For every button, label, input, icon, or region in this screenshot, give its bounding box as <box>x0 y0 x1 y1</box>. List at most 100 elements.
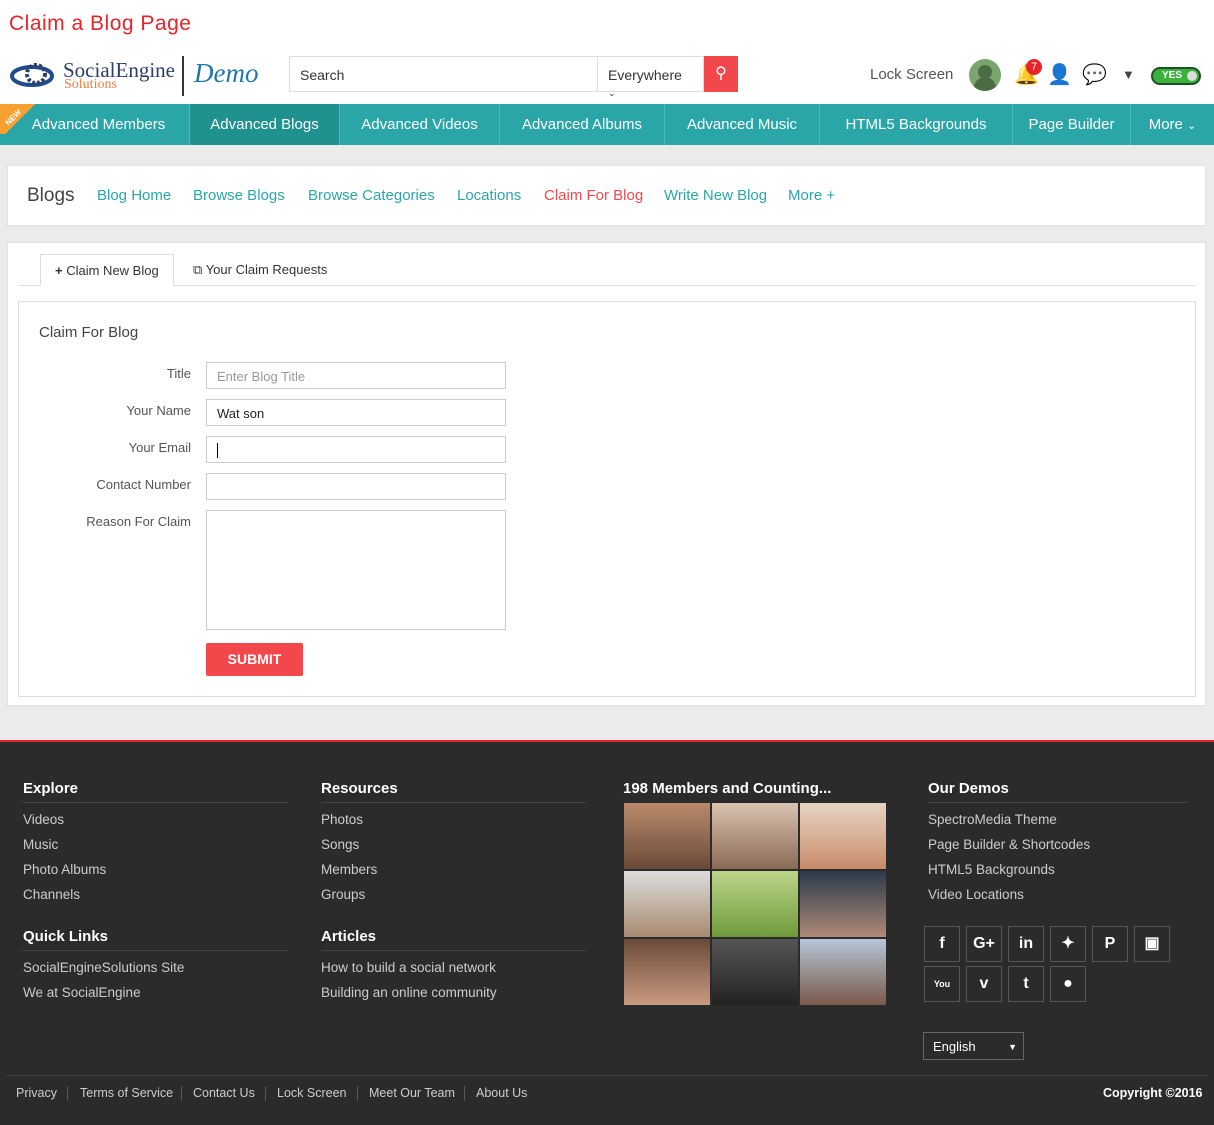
member-photo[interactable] <box>712 803 798 869</box>
chevron-down-icon: ⌄ <box>608 88 616 98</box>
add-friend-icon[interactable]: 👤 <box>1047 62 1072 87</box>
submit-button[interactable]: SUBMIT <box>206 643 303 676</box>
subnav-browse-categories[interactable]: Browse Categories <box>308 187 435 204</box>
nav-html5-backgrounds[interactable]: HTML5 Backgrounds <box>820 104 1013 145</box>
email-label: Your Email <box>19 440 191 455</box>
footer-link[interactable]: Channels <box>23 887 80 902</box>
link-separator <box>181 1086 182 1101</box>
subnav-write-new-blog[interactable]: Write New Blog <box>664 187 767 204</box>
tab-your-claim-requests[interactable]: ⧉ Your Claim Requests <box>179 254 341 286</box>
member-photo[interactable] <box>800 939 886 1005</box>
footer-link[interactable]: Photos <box>321 812 363 827</box>
subnav-locations[interactable]: Locations <box>457 187 521 204</box>
privacy-link[interactable]: Privacy <box>16 1086 57 1100</box>
nav-advanced-music[interactable]: Advanced Music <box>665 104 820 145</box>
resources-heading: Resources <box>321 780 586 803</box>
messages-icon[interactable]: 💬 <box>1082 62 1107 87</box>
twitter-icon[interactable]: ✦ <box>1050 926 1086 962</box>
tab-label: Your Claim Requests <box>206 262 328 277</box>
footer-link[interactable]: Video Locations <box>928 887 1024 902</box>
our-demos-heading: Our Demos <box>928 780 1188 803</box>
footer-link[interactable]: Music <box>23 837 58 852</box>
member-photo[interactable] <box>624 803 710 869</box>
footer-link[interactable]: HTML5 Backgrounds <box>928 862 1055 877</box>
claim-form: Claim For Blog Title Enter Blog Title Yo… <box>18 301 1196 697</box>
nav-page-builder[interactable]: Page Builder <box>1013 104 1131 145</box>
title-label: Title <box>19 366 191 381</box>
tab-claim-new-blog[interactable]: + Claim New Blog <box>40 254 174 286</box>
quick-links-heading: Quick Links <box>23 928 288 951</box>
reason-label: Reason For Claim <box>19 514 191 529</box>
mode-toggle[interactable]: YES <box>1151 67 1201 85</box>
contact-label: Contact Number <box>19 477 191 492</box>
pinterest-icon[interactable]: P <box>1092 926 1128 962</box>
tab-divider <box>18 285 1196 286</box>
team-link[interactable]: Meet Our Team <box>369 1086 455 1100</box>
blog-subnav: Blogs Blog Home Browse Blogs Browse Cate… <box>7 165 1206 226</box>
nav-advanced-videos[interactable]: Advanced Videos <box>340 104 500 145</box>
member-photo[interactable] <box>800 871 886 937</box>
footer-link[interactable]: Building an online community <box>321 985 497 1000</box>
member-photo[interactable] <box>624 939 710 1005</box>
footer-link[interactable]: How to build a social network <box>321 960 496 975</box>
title-input[interactable]: Enter Blog Title <box>206 362 506 389</box>
footer-link[interactable]: Groups <box>321 887 365 902</box>
member-photos <box>624 803 888 1005</box>
tab-label: Claim New Blog <box>66 263 158 278</box>
footer-link[interactable]: We at SocialEngine <box>23 985 141 1000</box>
nav-advanced-blogs[interactable]: Advanced Blogs <box>190 104 340 145</box>
footer-link[interactable]: SpectroMedia Theme <box>928 812 1057 827</box>
search-scope-select[interactable]: Everywhere ⌄ <box>597 56 704 92</box>
youtube-icon[interactable]: You <box>924 966 960 1002</box>
link-separator <box>265 1086 266 1101</box>
subnav-title: Blogs <box>27 185 75 207</box>
terms-link[interactable]: Terms of Service <box>80 1086 173 1100</box>
vimeo-icon[interactable]: v <box>966 966 1002 1002</box>
reason-textarea[interactable] <box>206 510 506 630</box>
footer-link[interactable]: Page Builder & Shortcodes <box>928 837 1090 852</box>
logo[interactable]: SocialEngine Solutions Demo <box>10 56 260 96</box>
about-link[interactable]: About Us <box>476 1086 527 1100</box>
footer-link[interactable]: Members <box>321 862 377 877</box>
linkedin-icon[interactable]: in <box>1008 926 1044 962</box>
contact-link[interactable]: Contact Us <box>193 1086 255 1100</box>
subnav-claim-for-blog[interactable]: Claim For Blog <box>544 187 643 204</box>
text-cursor <box>217 443 218 458</box>
caret-down-icon[interactable]: ▼ <box>1122 67 1135 82</box>
notification-badge: 7 <box>1026 59 1042 75</box>
email-input[interactable] <box>206 436 506 463</box>
search-input[interactable]: Search <box>289 56 598 92</box>
subnav-more[interactable]: More + <box>788 187 835 204</box>
name-label: Your Name <box>19 403 191 418</box>
instagram-icon[interactable]: ▣ <box>1134 926 1170 962</box>
link-separator <box>464 1086 465 1101</box>
nav-advanced-albums[interactable]: Advanced Albums <box>500 104 665 145</box>
search-button[interactable]: ⚲ <box>704 56 738 92</box>
lock-screen-link[interactable]: Lock Screen <box>870 66 953 83</box>
footer: Explore Videos Music Photo Albums Channe… <box>0 740 1214 1125</box>
member-photo[interactable] <box>712 871 798 937</box>
avatar[interactable] <box>969 59 1001 91</box>
subnav-blog-home[interactable]: Blog Home <box>97 187 171 204</box>
nav-more[interactable]: More ⌄ <box>1131 104 1214 145</box>
name-input[interactable]: Wat son <box>206 399 506 426</box>
link-separator <box>357 1086 358 1101</box>
contact-input[interactable] <box>206 473 506 500</box>
footer-link[interactable]: Videos <box>23 812 64 827</box>
claim-panel: + Claim New Blog ⧉ Your Claim Requests C… <box>7 242 1206 706</box>
logo-demo: Demo <box>194 58 258 89</box>
member-photo[interactable] <box>712 939 798 1005</box>
footer-link[interactable]: Songs <box>321 837 359 852</box>
flickr-icon[interactable]: ● <box>1050 966 1086 1002</box>
footer-link[interactable]: SocialEngineSolutions Site <box>23 960 184 975</box>
footer-link[interactable]: Photo Albums <box>23 862 106 877</box>
language-select[interactable]: English▼ <box>923 1032 1024 1060</box>
member-photo[interactable] <box>800 803 886 869</box>
caret-down-icon: ▼ <box>1008 1042 1017 1052</box>
tumblr-icon[interactable]: t <box>1008 966 1044 1002</box>
google-plus-icon[interactable]: G+ <box>966 926 1002 962</box>
member-photo[interactable] <box>624 871 710 937</box>
facebook-icon[interactable]: f <box>924 926 960 962</box>
lock-screen-footer-link[interactable]: Lock Screen <box>277 1086 346 1100</box>
subnav-browse-blogs[interactable]: Browse Blogs <box>193 187 285 204</box>
